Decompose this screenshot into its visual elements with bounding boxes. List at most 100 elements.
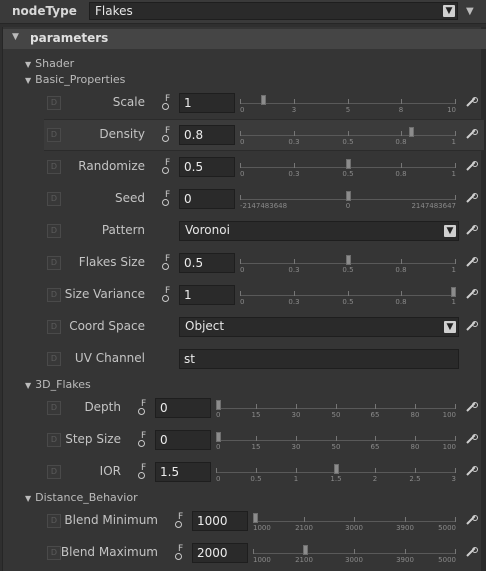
- keyframe-icon[interactable]: F: [162, 158, 174, 175]
- blend-max-field[interactable]: 2000: [192, 543, 248, 563]
- size-variance-field[interactable]: 1: [179, 285, 235, 305]
- slider-tick: [375, 404, 376, 409]
- keyframe-icon[interactable]: F: [138, 431, 150, 448]
- expression-wand-icon[interactable]: [466, 161, 478, 173]
- slider-handle[interactable]: [216, 400, 221, 410]
- chevron-down-icon[interactable]: ▼: [444, 321, 456, 333]
- section-shader[interactable]: ▼ Shader: [25, 57, 74, 70]
- slider-tick: [455, 131, 456, 136]
- collapse-triangle-icon[interactable]: ▼: [25, 494, 31, 503]
- slider-handle[interactable]: [303, 545, 308, 555]
- node-type-dropdown[interactable]: Flakes ▼: [89, 2, 458, 20]
- step-size-slider[interactable]: 0 15 30 50 65 80 100: [216, 431, 456, 453]
- depth-slider[interactable]: 0 15 30 50 65 80 100: [216, 399, 456, 421]
- pattern-dropdown[interactable]: Voronoi ▼: [179, 221, 459, 241]
- slider-tick-label: 2147483647: [411, 202, 456, 210]
- slider-tick: [401, 259, 402, 264]
- slider-handle[interactable]: [451, 287, 456, 297]
- node-type-label: nodeType: [12, 4, 77, 18]
- slider-tick: [240, 99, 241, 104]
- uv-channel-field[interactable]: st: [179, 349, 459, 369]
- seed-field[interactable]: 0: [179, 189, 235, 209]
- slider-handle[interactable]: [346, 159, 351, 169]
- ior-slider[interactable]: 0 0.5 1 1.5 2 2.5 3: [216, 463, 456, 485]
- slider-tick: [256, 404, 257, 409]
- slider-handle[interactable]: [253, 513, 258, 523]
- collapse-triangle-icon[interactable]: ▼: [25, 60, 31, 69]
- scrollbar[interactable]: [481, 27, 486, 571]
- slider-tick: [455, 259, 456, 264]
- keyframe-icon[interactable]: F: [162, 286, 174, 303]
- collapse-triangle-icon[interactable]: ▼: [25, 76, 31, 85]
- depth-field[interactable]: 0: [155, 398, 211, 418]
- slider-tick: [216, 468, 217, 473]
- slider-tick-label: 0.8: [395, 298, 407, 306]
- chevron-down-icon[interactable]: ▼: [444, 225, 456, 237]
- collapse-triangle-icon[interactable]: ▼: [12, 32, 19, 42]
- slider-tick-label: 0: [216, 443, 221, 451]
- keyframe-icon[interactable]: F: [162, 254, 174, 271]
- blend-min-field[interactable]: 1000: [192, 511, 248, 531]
- expression-wand-icon[interactable]: [466, 402, 478, 414]
- section-basic-properties[interactable]: ▼ Basic_Properties: [25, 73, 125, 86]
- section-distance-behavior[interactable]: ▼ Distance_Behavior: [25, 491, 138, 504]
- step-size-field[interactable]: 0: [155, 430, 211, 450]
- seed-slider[interactable]: -2147483648 0 2147483647: [240, 190, 456, 212]
- slider-tick-label: 1: [451, 170, 456, 178]
- parameters-group-header[interactable]: ▼ parameters: [3, 29, 486, 49]
- keyframe-icon[interactable]: F: [175, 512, 187, 529]
- slider-tick-label: 1000: [253, 524, 271, 532]
- blend-min-slider[interactable]: 1000 2100 3000 3900 5000: [253, 512, 456, 534]
- keyframe-icon[interactable]: F: [138, 463, 150, 480]
- scale-field[interactable]: 1: [179, 93, 235, 113]
- slider-tick-label: 1.5: [330, 475, 342, 483]
- keyframe-icon[interactable]: F: [162, 190, 174, 207]
- expression-wand-icon[interactable]: [466, 547, 478, 559]
- ior-field[interactable]: 1.5: [155, 462, 211, 482]
- flakes-size-slider[interactable]: 0 0.3 0.5 0.8 1: [240, 254, 456, 276]
- keyframe-icon[interactable]: F: [162, 126, 174, 143]
- slider-tick-label: 80: [410, 411, 420, 419]
- slider-tick-label: 3900: [396, 556, 414, 564]
- collapse-triangle-icon[interactable]: ▼: [25, 381, 31, 390]
- slider-tick-label: 3000: [345, 556, 363, 564]
- section-shader-label: Shader: [35, 57, 75, 70]
- coord-space-dropdown[interactable]: Object ▼: [179, 317, 459, 337]
- slider-handle[interactable]: [409, 127, 414, 137]
- keyframe-ring: [138, 440, 145, 447]
- slider-handle[interactable]: [334, 464, 339, 474]
- slider-tick-label: 0.5: [342, 138, 354, 146]
- section-3d-flakes[interactable]: ▼ 3D_Flakes: [25, 378, 91, 391]
- slider-tick-label: 1: [451, 138, 456, 146]
- scale-slider[interactable]: 0 3 5 8 10: [240, 94, 456, 116]
- slider-handle[interactable]: [216, 432, 221, 442]
- slider-handle[interactable]: [261, 95, 266, 105]
- chevron-down-icon[interactable]: ▼: [443, 5, 455, 17]
- blend-max-slider[interactable]: 1000 2100 3000 3900 5000: [253, 544, 456, 566]
- expression-wand-icon[interactable]: [466, 321, 478, 333]
- expression-wand-icon[interactable]: [466, 257, 478, 269]
- slider-tick-label: 0: [240, 266, 245, 274]
- menu-arrow-icon[interactable]: ▼: [466, 6, 474, 17]
- expression-wand-icon[interactable]: [466, 193, 478, 205]
- expression-wand-icon[interactable]: [466, 466, 478, 478]
- randomize-field[interactable]: 0.5: [179, 157, 235, 177]
- density-field[interactable]: 0.8: [179, 125, 235, 145]
- keyframe-icon[interactable]: F: [175, 544, 187, 561]
- size-variance-slider[interactable]: 0 0.3 0.5 0.8 1: [240, 286, 456, 308]
- slider-tick-label: 0: [216, 411, 221, 419]
- slider-handle[interactable]: [346, 191, 351, 201]
- slider-tick: [336, 404, 337, 409]
- randomize-slider[interactable]: 0 0.3 0.5 0.8 1: [240, 158, 456, 180]
- expression-wand-icon[interactable]: [466, 434, 478, 446]
- density-slider[interactable]: 0 0.3 0.5 0.8 1: [240, 126, 456, 148]
- expression-wand-icon[interactable]: [466, 289, 478, 301]
- expression-wand-icon[interactable]: [466, 225, 478, 237]
- keyframe-icon[interactable]: F: [138, 399, 150, 416]
- expression-wand-icon[interactable]: [466, 97, 478, 109]
- keyframe-icon[interactable]: F: [162, 94, 174, 111]
- expression-wand-icon[interactable]: [466, 515, 478, 527]
- slider-handle[interactable]: [346, 255, 351, 265]
- expression-wand-icon[interactable]: [466, 129, 478, 141]
- flakes-size-field[interactable]: 0.5: [179, 253, 235, 273]
